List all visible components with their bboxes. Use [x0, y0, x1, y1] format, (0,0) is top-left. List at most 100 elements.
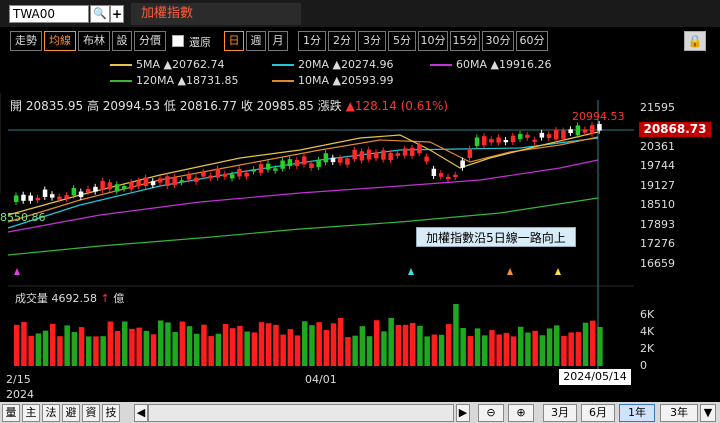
trend-button[interactable]: 走勢 — [10, 31, 42, 51]
candle-body — [186, 174, 192, 180]
volume-bar — [496, 334, 502, 366]
kline-chart[interactable] — [0, 93, 720, 383]
minute-3-button[interactable]: 3分 — [358, 31, 386, 51]
volume-bar — [258, 322, 265, 366]
scroll-right-icon[interactable]: ▶ — [456, 404, 470, 422]
volume-bar — [100, 336, 106, 366]
zoom-in-icon[interactable]: ⊕ — [508, 404, 534, 422]
tab-margin[interactable]: 資 — [82, 404, 100, 422]
candle-body — [366, 149, 372, 160]
bollinger-button[interactable]: 布林 — [78, 31, 110, 51]
legend-swatch — [430, 64, 452, 66]
minute-2-button[interactable]: 2分 — [328, 31, 356, 51]
volume-bar — [215, 333, 222, 366]
candle-body — [345, 158, 350, 165]
period-month-button[interactable]: 月 — [268, 31, 288, 51]
range-6m-button[interactable]: 6月 — [581, 404, 615, 422]
minute-5-button[interactable]: 5分 — [388, 31, 416, 51]
volume-bar — [71, 332, 78, 366]
volume-bar — [57, 336, 63, 366]
candle-body — [395, 153, 401, 156]
volume-bar — [417, 325, 423, 366]
volume-bar — [35, 333, 42, 366]
open-label: 開 — [10, 99, 23, 113]
ma-button[interactable]: 均線 — [44, 31, 76, 51]
volume-bar — [186, 326, 193, 366]
volume-bar — [280, 334, 286, 366]
price-tick: 18510 — [640, 198, 675, 211]
legend-swatch — [110, 80, 132, 82]
volume-bar — [395, 324, 402, 366]
candle-body — [582, 129, 588, 133]
period-week-button[interactable]: 週 — [246, 31, 266, 51]
price-tick: 17276 — [640, 237, 675, 250]
range-1y-button[interactable]: 1年 — [619, 404, 655, 422]
volume-bar — [330, 323, 337, 366]
period-day-button[interactable]: 日 — [224, 31, 244, 51]
volume-bar — [28, 335, 34, 366]
legend-value: ▲20762.74 — [163, 58, 225, 71]
search-icon[interactable]: 🔍 — [90, 5, 110, 23]
volume-bar — [359, 326, 366, 366]
tab-hedge[interactable]: 避 — [62, 404, 80, 422]
volume-bar — [93, 336, 99, 366]
volume-bar — [518, 326, 524, 366]
legend-name: 120MA — [136, 74, 175, 87]
bottom-bar: 量 主 法 避 資 技 ◀ ▶ ⊖ ⊕ 3月 6月 1年 3年 ▼ — [0, 402, 720, 423]
minute-10-button[interactable]: 10分 — [418, 31, 448, 51]
volume-bar — [539, 335, 546, 366]
volume-bar — [467, 336, 474, 366]
tab-technical[interactable]: 技 — [102, 404, 120, 422]
volume-label: 成交量 4692.58 ↑ 億 — [15, 290, 124, 306]
candle-body — [561, 130, 566, 139]
symbol-input[interactable]: TWA00 — [9, 5, 89, 23]
low-value: 20816.77 — [179, 99, 237, 113]
volume-bar — [309, 325, 315, 366]
price-tick: 20361 — [640, 140, 675, 153]
candle-body — [489, 139, 494, 143]
add-icon[interactable]: + — [110, 5, 124, 23]
legend-name: 5MA — [136, 58, 161, 71]
candle-body — [388, 152, 393, 161]
scrollbar-track[interactable] — [148, 404, 454, 422]
minute-15-button[interactable]: 15分 — [450, 31, 480, 51]
ma5-line — [7, 131, 599, 216]
legend-swatch — [110, 64, 132, 66]
volume-bar — [503, 332, 510, 366]
legend-name: 20MA — [298, 58, 330, 71]
current-price-tag: 20868.73 — [639, 122, 711, 137]
restore-checkbox[interactable] — [172, 35, 184, 47]
volume-bar — [302, 321, 308, 366]
scroll-left-icon[interactable]: ◀ — [134, 404, 148, 422]
tab-volume[interactable]: 量 — [2, 404, 20, 422]
zoom-out-icon[interactable]: ⊖ — [478, 404, 504, 422]
candle-body — [554, 129, 559, 140]
candle-body — [287, 159, 293, 167]
candle-body — [359, 151, 365, 161]
settings-button[interactable]: 設 — [112, 31, 132, 51]
lock-icon[interactable]: 🔒 — [684, 31, 706, 51]
price-volume-button[interactable]: 分價 — [134, 31, 166, 51]
minute-60-button[interactable]: 60分 — [516, 31, 548, 51]
chevron-down-icon[interactable]: ▼ — [700, 404, 716, 422]
tab-main[interactable]: 主 — [22, 404, 40, 422]
minute-1-button[interactable]: 1分 — [298, 31, 326, 51]
candle-body — [316, 159, 321, 168]
candle-body — [424, 156, 429, 162]
volume-bar — [460, 327, 466, 366]
range-3m-button[interactable]: 3月 — [543, 404, 577, 422]
price-tick: 19127 — [640, 179, 675, 192]
range-3y-button[interactable]: 3年 — [660, 404, 698, 422]
minute-30-button[interactable]: 30分 — [482, 31, 514, 51]
legend-value: ▲20593.99 — [332, 74, 394, 87]
tab-institutional[interactable]: 法 — [42, 404, 60, 422]
legend-name: 10MA — [298, 74, 330, 87]
volume-bar — [150, 334, 157, 366]
volume-bar — [179, 321, 186, 366]
date-mid: 04/01 — [305, 373, 337, 386]
candle-body — [410, 147, 415, 156]
volume-bar — [129, 328, 135, 366]
volume-bar — [208, 336, 214, 366]
candle-body — [381, 150, 386, 160]
candle-body — [266, 163, 271, 170]
